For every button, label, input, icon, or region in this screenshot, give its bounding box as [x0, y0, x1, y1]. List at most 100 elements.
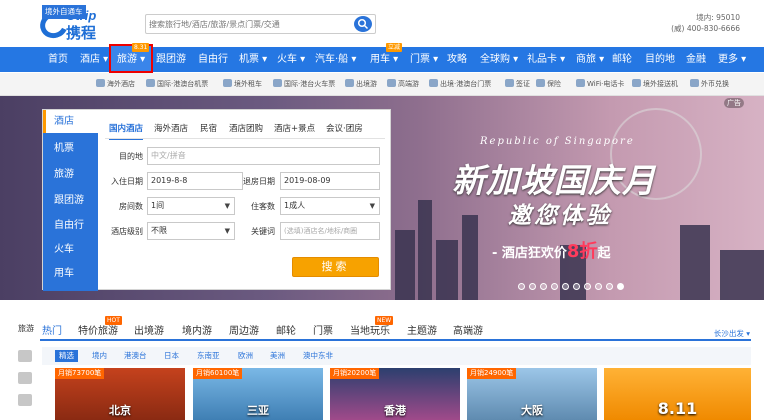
guests-label: 住客数 [251, 202, 275, 211]
subnav-item-intl-tickets[interactable]: 出境·港澳台门票 [429, 73, 491, 96]
tab-outbound[interactable]: 出境游 [134, 322, 164, 337]
hotel-level-select[interactable]: 不限 ▼ [147, 222, 235, 240]
tab-tickets[interactable]: 门票 [313, 322, 333, 337]
promo-discount: 8折 [566, 241, 598, 262]
deal-card[interactable]: 月销73700笔 北京 [55, 368, 185, 420]
nav-item-finance[interactable]: 金融 [686, 47, 706, 72]
subnav-item-currency[interactable]: 外币兑换 [690, 73, 729, 96]
subnav-item-visa[interactable]: 签证 [505, 73, 530, 96]
badge-car-discount: 立减 [386, 43, 403, 52]
nav-item-bus-ship[interactable]: 汽车·船 ▾ [315, 47, 356, 72]
nav-item-cruise[interactable]: 邮轮 [612, 47, 632, 72]
guests-select[interactable]: 1成人 ▼ [280, 197, 380, 215]
nav-label: 火车 [277, 54, 297, 65]
tab-nearby[interactable]: 周边游 [229, 322, 259, 337]
carousel-dot[interactable] [562, 283, 569, 290]
side-item-free-travel[interactable]: 自由行 [43, 214, 98, 237]
subnav-item-wifi[interactable]: WiFi·电话卡 [576, 73, 624, 96]
tour-icon [345, 79, 354, 87]
tab-hotel-plus-scenic[interactable]: 酒店+景点 [274, 122, 315, 134]
chip-hk-mo-tw[interactable]: 港澳台 [124, 350, 147, 361]
subnav-item-airport-transfer[interactable]: 境外接送机 [632, 73, 678, 96]
departure-city-select[interactable]: 长沙出发 ▾ [714, 328, 750, 339]
chip-japan[interactable]: 日本 [164, 350, 179, 361]
nav-item-home[interactable]: 首页 [48, 47, 68, 72]
side-item-group-tour[interactable]: 跟团游 [43, 189, 98, 212]
chip-europe[interactable]: 欧洲 [238, 350, 253, 361]
nav-item-more[interactable]: 更多 ▾ [718, 47, 746, 72]
side-item-train[interactable]: 火车 [43, 238, 98, 261]
subnav-item-intl-train[interactable]: 国际·港台火车票 [273, 73, 335, 96]
rooms-select[interactable]: 1间 ▼ [147, 197, 235, 215]
side-item-hotel[interactable]: 酒店 [43, 110, 98, 133]
chip-featured[interactable]: 精选 [55, 350, 78, 362]
tab-theme-tour[interactable]: 主题游 [407, 322, 437, 337]
chip-domestic[interactable]: 境内 [92, 350, 107, 361]
tab-meeting-group[interactable]: 会议·团房 [326, 122, 363, 134]
deal-card-promo[interactable]: 8.11 [604, 368, 751, 420]
nav-item-group-tour[interactable]: 跟团游 [156, 47, 186, 72]
carousel-dot[interactable] [573, 283, 580, 290]
nav-label: 用车 [370, 54, 390, 65]
car-icon [223, 79, 232, 87]
destination-input[interactable]: 中文/拼音 [147, 147, 380, 165]
nav-item-guide[interactable]: 攻略 [447, 47, 467, 72]
subnav-label: 外币兑换 [701, 80, 729, 88]
building-icon [18, 350, 32, 362]
nav-item-hotel[interactable]: 酒店 ▾ [80, 47, 108, 72]
carousel-dot[interactable] [595, 283, 602, 290]
monthly-sales-badge: 月销24900笔 [467, 368, 517, 379]
tab-homestay[interactable]: 民宿 [200, 122, 217, 134]
side-item-car[interactable]: 用车 [43, 262, 98, 285]
level-value: 不限 [151, 226, 167, 235]
subnav-item-car-rental[interactable]: 境外租车 [223, 73, 262, 96]
carousel-dot[interactable] [540, 283, 547, 290]
subnav-item-overseas-hotel[interactable]: 海外酒店 [96, 73, 135, 96]
skyline-building [720, 250, 764, 300]
deal-card[interactable]: 月销60100笔 三亚 [193, 368, 323, 420]
carousel-dot-active[interactable] [617, 283, 624, 290]
level-label: 酒店级别 [111, 227, 143, 236]
tab-overseas-hotel[interactable]: 海外酒店 [154, 122, 188, 134]
nav-item-destination[interactable]: 目的地 [645, 47, 675, 72]
subnav-label: 出境游 [356, 80, 377, 88]
deal-card[interactable]: 月销24900笔 大阪 [467, 368, 597, 420]
skyline-building [436, 240, 458, 300]
nav-item-free-travel[interactable]: 自由行 [198, 47, 228, 72]
subnav-item-luxury[interactable]: 高端游 [387, 73, 419, 96]
tab-hot[interactable]: 热门 [42, 322, 62, 337]
tab-hotel-group-buy[interactable]: 酒店团购 [229, 122, 263, 134]
side-item-travel[interactable]: 旅游 [43, 163, 98, 186]
nav-item-gift-card[interactable]: 礼品卡 ▾ [527, 47, 565, 72]
deal-card[interactable]: 月销20200笔 香港 [330, 368, 460, 420]
nav-item-business[interactable]: 商旅 ▾ [576, 47, 604, 72]
search-button[interactable] [354, 16, 372, 32]
tab-cruise[interactable]: 邮轮 [276, 322, 296, 337]
subnav-item-outbound-tour[interactable]: 出境游 [345, 73, 377, 96]
side-item-flights[interactable]: 机票 [43, 137, 98, 160]
tab-luxury-tour[interactable]: 高端游 [453, 322, 483, 337]
keyword-input[interactable]: (选填)酒店名/地标/商圈 [280, 222, 380, 240]
chip-oceania-mideast-africa[interactable]: 澳中东非 [303, 350, 333, 361]
search-input[interactable] [146, 15, 351, 33]
nav-item-tickets[interactable]: 门票 ▾ [410, 47, 438, 72]
chip-southeast-asia[interactable]: 东南亚 [197, 350, 220, 361]
carousel-dot[interactable] [584, 283, 591, 290]
subnav-item-intl-flights[interactable]: 国际·港澳台机票 [146, 73, 208, 96]
booking-panel: 酒店 机票 旅游 跟团游 自由行 火车 用车 国内酒店 海外酒店 民宿 酒店团购… [42, 109, 391, 291]
carousel-dot[interactable] [551, 283, 558, 290]
chip-americas[interactable]: 美洲 [270, 350, 285, 361]
carousel-dot[interactable] [606, 283, 613, 290]
nav-item-global-shop[interactable]: 全球购 ▾ [480, 47, 518, 72]
checkin-date-input[interactable]: 2019-8-8 [147, 172, 243, 190]
carousel-dot[interactable] [529, 283, 536, 290]
subnav-item-insurance[interactable]: 保险 [536, 73, 561, 96]
tab-domestic[interactable]: 境内游 [182, 322, 212, 337]
checkout-date-input[interactable]: 2019-08-09 [280, 172, 380, 190]
ticket-icon [429, 79, 438, 87]
search-submit-button[interactable]: 搜索 [292, 257, 379, 277]
carousel-dot[interactable] [518, 283, 525, 290]
nav-item-train[interactable]: 火车 ▾ [277, 47, 305, 72]
nav-item-flights[interactable]: 机票 ▾ [239, 47, 267, 72]
search-box [145, 14, 376, 34]
